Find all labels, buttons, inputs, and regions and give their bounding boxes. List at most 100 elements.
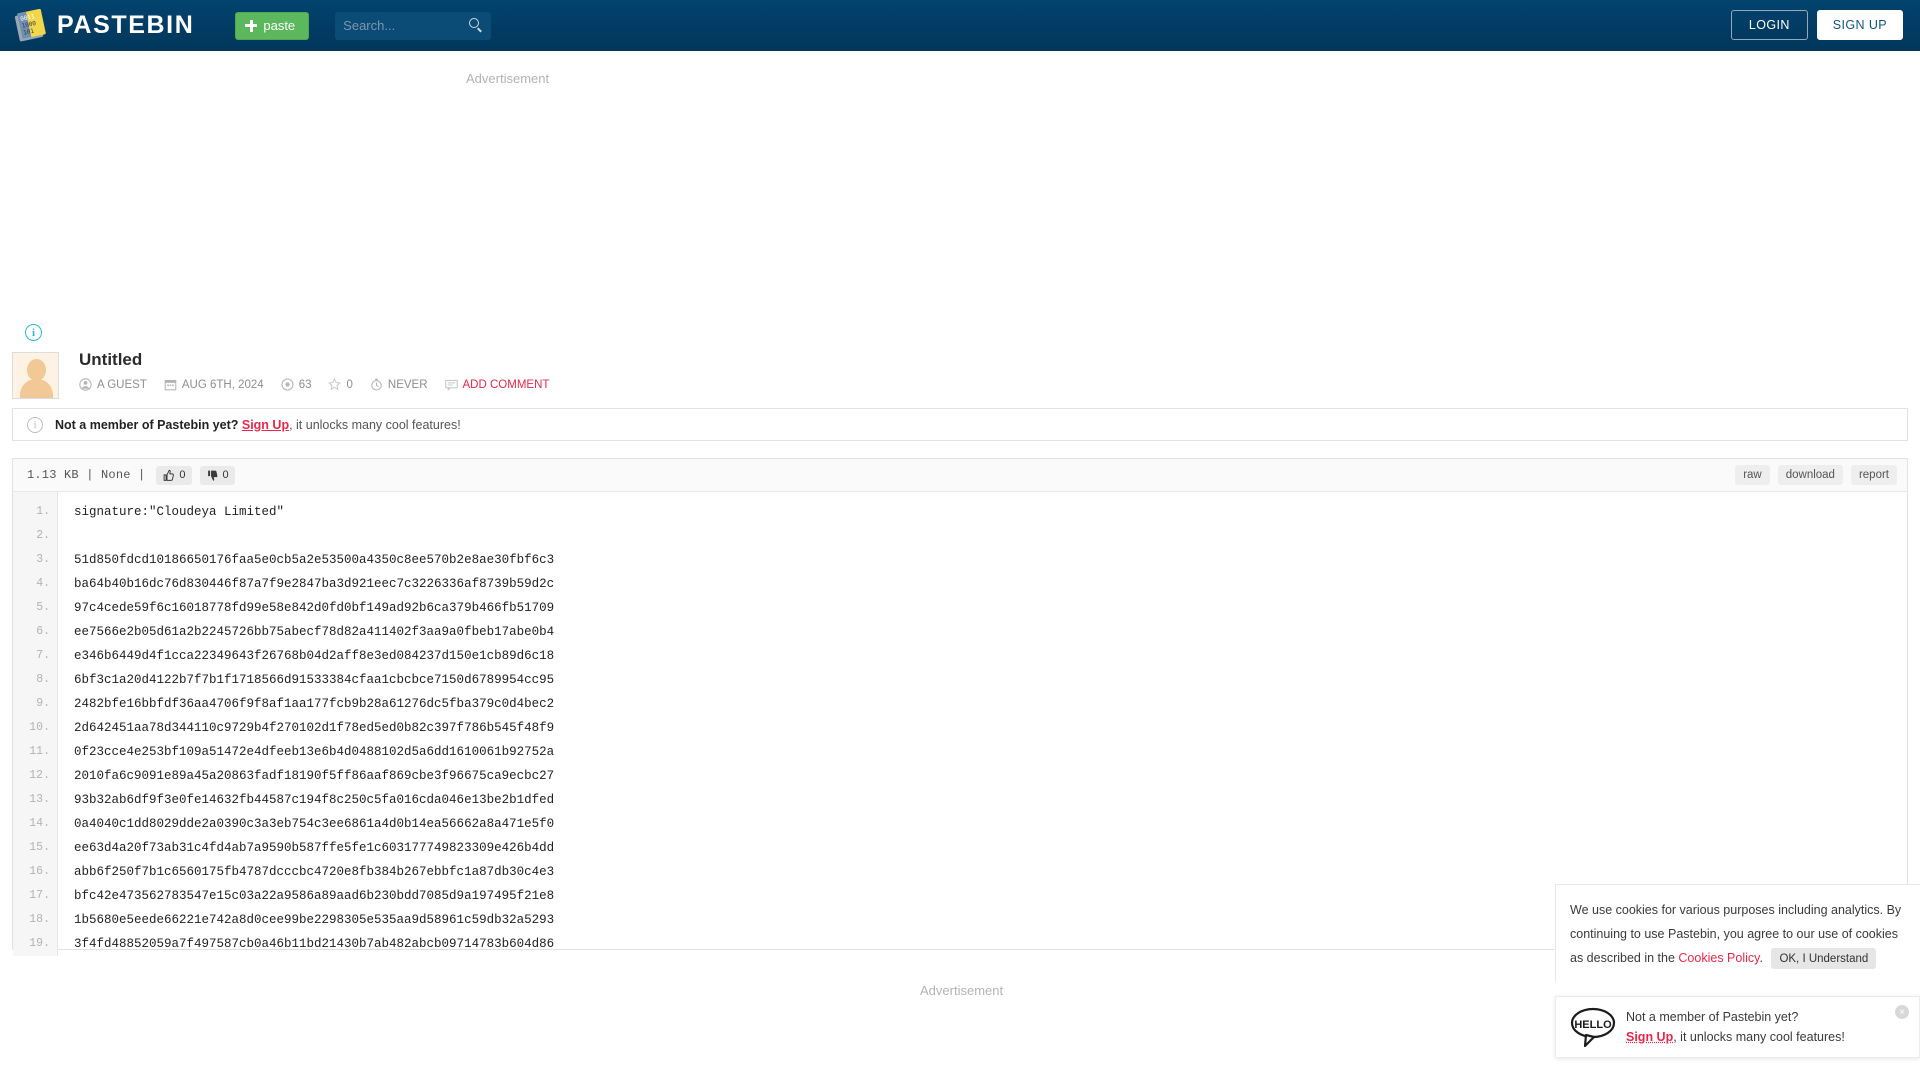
dislike-count: 0	[222, 469, 229, 481]
top-advertisement-slot: Advertisement	[0, 51, 1920, 313]
code-line: 0f23cce4e253bf109a51472e4dfeeb13e6b4d048…	[74, 745, 555, 759]
paste-content-box: 1.13 KB | None | 0 0 raw download report…	[12, 458, 1908, 956]
cookies-policy-link[interactable]: Cookies Policy	[1678, 951, 1759, 965]
code-line: e346b6449d4f1cca22349643f26768b04d2aff8e…	[74, 649, 555, 663]
meta-expiry: NEVER	[370, 378, 428, 391]
code-line: ee63d4a20f73ab31c4fd4ab7a9590b587ffe5fe1…	[74, 841, 555, 855]
line-number: 15.	[29, 841, 50, 854]
line-number: 11.	[29, 745, 50, 758]
meta-author[interactable]: A GUEST	[79, 378, 147, 391]
line-number-gutter: 1. 2. 3. 4. 5. 6. 7. 8. 9. 10. 11. 12. 13. 14. 15. 16. 1…	[13, 492, 58, 956]
code-line: signature:"Cloudeya Limited"	[74, 505, 285, 519]
info-icon[interactable]: i	[25, 324, 42, 341]
signup-popup: HELLO Not a member of Pastebin yet? Sign…	[1555, 996, 1920, 1058]
calendar-icon	[164, 379, 177, 391]
eye-icon	[281, 378, 294, 391]
comment-icon	[444, 379, 458, 391]
search-input[interactable]	[343, 18, 464, 33]
thumbs-up-icon	[164, 469, 175, 481]
line-number: 9.	[36, 697, 50, 710]
notice-bold-text: Not a member of Pastebin yet?	[55, 417, 239, 432]
paste-actions: raw download report	[1735, 465, 1897, 485]
add-comment-link[interactable]: ADD COMMENT	[444, 378, 550, 391]
popup-line-2: , it unlocks many cool features!	[1673, 1030, 1845, 1044]
close-icon[interactable]: ×	[1895, 1005, 1909, 1019]
avatar	[12, 352, 59, 399]
meta-date: AUG 6TH, 2024	[164, 378, 264, 391]
paste-title: Untitled	[79, 350, 143, 369]
line-number: 19.	[29, 937, 50, 950]
cookie-text-end: .	[1759, 951, 1763, 965]
vote-buttons: 0 0	[156, 465, 235, 485]
user-icon	[79, 378, 92, 391]
line-number: 10.	[29, 721, 50, 734]
cookie-notice: We use cookies for various purposes incl…	[1555, 884, 1920, 982]
popup-line-1: Not a member of Pastebin yet?	[1626, 1010, 1799, 1024]
meta-views: 63	[281, 378, 312, 391]
new-paste-label: paste	[263, 18, 296, 33]
meta-stars[interactable]: 0	[328, 378, 353, 391]
popup-signup-link[interactable]: Sign Up	[1626, 1030, 1673, 1044]
paste-header: Untitled A GUEST AUG 6TH, 2024 63 0 NEVE…	[12, 350, 1908, 404]
code-line: 2010fa6c9091e89a45a20863fadf18190f5ff86a…	[74, 769, 555, 783]
meta-views-count: 63	[298, 378, 312, 391]
timer-icon	[371, 378, 382, 391]
line-number: 13.	[29, 793, 50, 806]
line-number: 3.	[36, 553, 50, 566]
search-icon[interactable]	[469, 17, 483, 32]
new-paste-button[interactable]: paste	[235, 11, 310, 40]
code-line: 93b32ab6df9f3e0fe14632fb44587c194f8c250c…	[74, 793, 555, 807]
star-icon	[328, 378, 342, 391]
dislike-button[interactable]: 0	[199, 465, 235, 485]
hello-speech-bubble-icon: HELLO	[1570, 1006, 1616, 1048]
code-line: 0a4040c1dd8029dde2a0390c3a3eb754c3ee6861…	[74, 817, 555, 831]
line-number: 17.	[29, 889, 50, 902]
like-count: 0	[179, 469, 186, 481]
line-number: 7.	[36, 649, 50, 662]
signup-button[interactable]: SIGN UP	[1816, 10, 1903, 40]
login-button[interactable]: LOGIN	[1730, 10, 1808, 40]
notice-signup-link[interactable]: Sign Up	[242, 418, 289, 432]
add-comment-label: ADD COMMENT	[462, 378, 550, 391]
logo-text: PASTEBIN	[57, 11, 195, 39]
line-number: 14.	[29, 817, 50, 830]
line-number: 12.	[29, 769, 50, 782]
line-number: 1.	[36, 505, 50, 518]
site-header: 0011 1000 101 PASTEBIN paste LOGIN SIGN …	[0, 0, 1920, 51]
search-box[interactable]	[335, 11, 492, 40]
code-line: 97c4cede59f6c16018778fd99e58e842d0fd0bf1…	[74, 601, 555, 615]
line-number: 4.	[36, 577, 50, 590]
line-number: 16.	[29, 865, 50, 878]
cookie-accept-button[interactable]: OK, I Understand	[1771, 948, 1877, 970]
line-number: 18.	[29, 913, 50, 926]
pastebin-logo-icon: 0011 1000 101	[14, 8, 48, 43]
paste-metadata-row: A GUEST AUG 6TH, 2024 63 0 NEVER ADD COM…	[79, 378, 566, 391]
meta-expiry-label: NEVER	[387, 378, 428, 391]
line-number: 5.	[36, 601, 50, 614]
line-number: 8.	[36, 673, 50, 686]
code-line: 2482bfe16bbfdf36aa4706f9f8af1aa177fcb9b2…	[74, 697, 555, 711]
plus-icon	[245, 19, 258, 32]
like-button[interactable]: 0	[156, 465, 192, 485]
paste-toolbar: 1.13 KB | None | 0 0 raw download report	[13, 459, 1907, 492]
meta-author-label: A GUEST	[97, 378, 147, 391]
logo-home-link[interactable]: 0011 1000 101 PASTEBIN	[14, 8, 195, 43]
meta-date-label: AUG 6TH, 2024	[181, 378, 264, 391]
top-ad-label: Advertisement	[466, 71, 550, 86]
line-number: 6.	[36, 625, 50, 638]
report-button[interactable]: report	[1850, 465, 1897, 485]
svg-text:HELLO: HELLO	[1574, 1019, 1612, 1031]
code-line: 51d850fdcd10186650176faa5e0cb5a2e53500a4…	[74, 553, 555, 567]
download-button[interactable]: download	[1777, 465, 1843, 485]
code-line: ba64b40b16dc76d830446f87a7f9e2847ba3d921…	[74, 577, 555, 591]
code-line: 6bf3c1a20d4122b7f7b1f1718566d91533384cfa…	[74, 673, 555, 687]
code-line: abb6f250f7b1c6560175fb4787dcccbc4720e8fb…	[74, 865, 555, 879]
paste-size-info: 1.13 KB | None |	[27, 468, 146, 482]
raw-button[interactable]: raw	[1735, 465, 1770, 485]
line-number: 2.	[36, 529, 50, 542]
info-circle-icon: i	[27, 416, 43, 433]
notice-rest-text: , it unlocks many cool features!	[289, 417, 461, 432]
thumbs-down-icon	[207, 470, 217, 481]
signup-notice-bar: i Not a member of Pastebin yet? Sign Up,…	[12, 408, 1908, 441]
